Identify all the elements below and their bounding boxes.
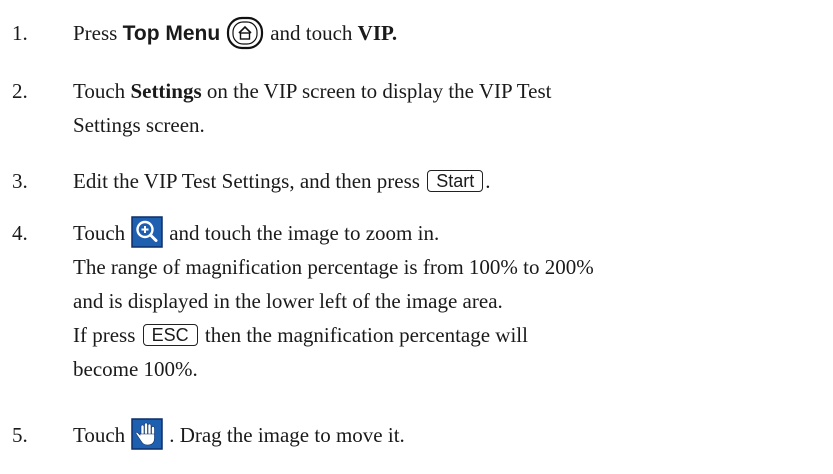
step-2-line-1: on the VIP screen to display the VIP Tes… bbox=[206, 79, 552, 103]
step-number: 2. bbox=[12, 79, 28, 103]
step-text: Touch . Drag the image to move it. bbox=[73, 418, 405, 452]
step-text: Edit the VIP Test Settings, and then pre… bbox=[73, 164, 490, 198]
step-number: 4. bbox=[12, 221, 28, 245]
step-4-line-5: become 100%. bbox=[73, 357, 198, 381]
step-number: 1. bbox=[12, 21, 28, 45]
start-key: Start bbox=[427, 170, 484, 192]
settings-target: Settings bbox=[130, 79, 202, 103]
step-4-line-3: and is displayed in the lower left of th… bbox=[73, 289, 503, 313]
vip-target: VIP. bbox=[357, 21, 398, 45]
touch-text: Touch bbox=[73, 79, 126, 103]
if-press-text: If press bbox=[73, 323, 136, 347]
zoom-in-icon bbox=[131, 216, 163, 248]
step-number: 5. bbox=[12, 423, 28, 447]
step-3-text: Edit the VIP Test Settings, and then pre… bbox=[73, 169, 420, 193]
step-number: 3. bbox=[12, 169, 28, 193]
and-touch-text: and touch bbox=[270, 21, 353, 45]
step-text: Touch and touch the image to zoom in. Th… bbox=[73, 216, 594, 386]
step-2-line-2: Settings screen. bbox=[73, 113, 205, 137]
touch-text: Touch bbox=[73, 423, 126, 447]
home-icon bbox=[227, 16, 264, 50]
top-menu-label: Top Menu bbox=[122, 22, 221, 45]
step-4-line-1: and touch the image to zoom in. bbox=[169, 221, 440, 245]
step-text: Touch Settings on the VIP screen to disp… bbox=[73, 74, 551, 142]
esc-key: ESC bbox=[142, 324, 198, 346]
touch-text: Touch bbox=[73, 221, 126, 245]
step-3-end: . bbox=[485, 169, 491, 193]
hand-icon bbox=[131, 418, 163, 450]
step-text: Press Top Menu and touch VIP. bbox=[73, 16, 397, 51]
step-4-line-2: The range of magnification percentage is… bbox=[73, 255, 594, 279]
step-5-rest: . Drag the image to move it. bbox=[169, 423, 405, 447]
step-4-line-4: then the magnification percentage will bbox=[204, 323, 528, 347]
press-text: Press bbox=[73, 21, 118, 45]
